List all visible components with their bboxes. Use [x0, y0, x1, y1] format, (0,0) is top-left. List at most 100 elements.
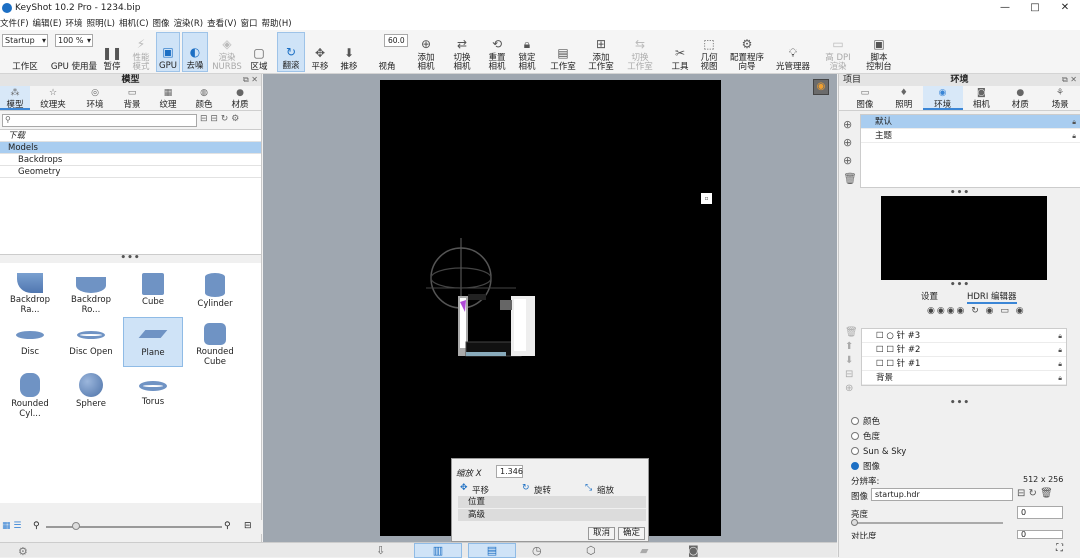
animation-icon[interactable]: ◷ — [532, 544, 542, 557]
studio-button[interactable]: ▤ 工作室 — [548, 32, 578, 72]
pin-item-1[interactable]: ☐ ☐ 针 #1 🔒︎ — [862, 357, 1066, 371]
tab-models[interactable]: ⁂ 模型 — [0, 86, 30, 110]
brightness-input[interactable]: 0 — [1017, 506, 1063, 519]
position-section[interactable]: 位置 — [458, 496, 646, 508]
close-button[interactable]: ✕ — [1050, 0, 1080, 15]
menu-help[interactable]: 帮助(H) — [262, 17, 292, 29]
pin-item-2[interactable]: ☐ ☐ 针 #2 🔒︎ — [862, 343, 1066, 357]
model-cube[interactable]: Cube — [123, 269, 183, 317]
env-item-default[interactable]: 默认 🔒︎ — [861, 115, 1080, 129]
configurator-wizard-button[interactable]: ⚙ 配置程序 向导 — [727, 32, 767, 72]
menu-window[interactable]: 窗口 — [241, 17, 258, 29]
menu-view[interactable]: 查看(V) — [207, 17, 236, 29]
tree-item-backdrops[interactable]: Backdrops — [0, 154, 261, 166]
lock-icon[interactable]: 🔒︎ — [1072, 115, 1076, 129]
pan-button[interactable]: ✥ 平移 — [307, 32, 333, 72]
scale-mode[interactable]: 缩放 — [597, 484, 614, 496]
screenshot-icon[interactable]: ◙ — [688, 544, 699, 557]
tab-favorites[interactable]: ☆ 纹理夹 — [30, 86, 76, 110]
dolly-button[interactable]: ⬇ 推移 — [336, 32, 362, 72]
tab-scene[interactable]: ⚘ 场景 — [1040, 86, 1080, 110]
gpu-usage-button[interactable]: GPU 使用量 — [50, 32, 98, 72]
menu-render[interactable]: 渲染(R) — [174, 17, 204, 29]
tab-backgrounds[interactable]: ▭ 背景 — [114, 86, 150, 110]
menu-image[interactable]: 图像 — [153, 17, 170, 29]
ok-button[interactable]: 确定 — [618, 527, 645, 540]
lock-icon[interactable]: 🔒︎ — [1058, 357, 1062, 371]
tab-hdri-editor[interactable]: HDRI 编辑器 — [967, 290, 1017, 304]
hdri-preview[interactable] — [881, 196, 1047, 280]
zoom-out-icon[interactable]: ⚲ — [33, 521, 40, 531]
import-icon[interactable]: ⇩ — [376, 544, 385, 557]
menu-edit[interactable]: 编辑(E) — [33, 17, 62, 29]
tree-item-downloads[interactable]: 下载 — [0, 130, 261, 142]
bg-option-chroma[interactable]: 色度 — [851, 430, 906, 445]
geometry-view-button[interactable]: ⬚ 几何 视图 — [696, 32, 722, 72]
tab-camera[interactable]: ◙ 相机 — [963, 86, 1001, 110]
render-icon[interactable]: ▰ — [640, 544, 648, 557]
render-nurbs-button[interactable]: ◈ 渲染 NURBS — [211, 32, 243, 72]
brightness-slider[interactable] — [853, 522, 1003, 524]
performance-mode-button[interactable]: ⚡ 性能 模式 — [127, 32, 155, 72]
model-sphere[interactable]: Sphere — [61, 369, 121, 417]
tab-lighting[interactable]: ♦ 照明 — [885, 86, 923, 110]
add-studio-button[interactable]: ⊞ 添加 工作室 — [585, 32, 617, 72]
model-cylinder[interactable]: Cylinder — [185, 269, 245, 317]
project-ribbon-button[interactable]: ▤ — [468, 543, 516, 558]
model-disc[interactable]: Disc — [0, 319, 60, 367]
region-button[interactable]: ▢ 区域 — [246, 32, 272, 72]
tree-item-geometry[interactable]: Geometry — [0, 166, 261, 178]
view-mode-icons[interactable]: ▦ ☰ — [2, 521, 21, 531]
script-console-button[interactable]: ▣ 脚本 控制台 — [862, 32, 896, 72]
image-file-input[interactable]: startup.hdr — [871, 488, 1013, 501]
bg-option-color[interactable]: 颜色 — [851, 415, 906, 430]
folder-icon[interactable]: ⊟ — [244, 521, 252, 531]
model-torus[interactable]: Torus — [123, 369, 183, 417]
slider-handle[interactable] — [851, 519, 858, 526]
light-manager-button[interactable]: 💡︎ 光管理器 — [773, 32, 813, 72]
denoise-button[interactable]: ◐ 去噪 — [182, 32, 208, 72]
gpu-button[interactable]: ▣ GPU — [156, 32, 180, 72]
switch-camera-button[interactable]: ⇄ 切换 相机 — [447, 32, 477, 72]
lock-camera-button[interactable]: 🔒︎ 锁定 相机 — [513, 32, 541, 72]
contrast-input[interactable]: 0 — [1017, 530, 1063, 539]
camera-toggle-icon[interactable]: ◉ — [813, 79, 829, 95]
splitter-handle[interactable]: ••• — [0, 254, 261, 263]
expand-icon[interactable]: ⛶ — [1056, 543, 1063, 554]
model-rounded-cylinder[interactable]: Rounded Cyl... — [0, 369, 60, 419]
tab-image[interactable]: ▭ 图像 — [845, 86, 885, 110]
environment-side-icons[interactable]: ⊕ ⊕ ⊕ 🗑︎ — [843, 116, 859, 188]
cancel-button[interactable]: 取消 — [588, 527, 615, 540]
splitter-handle[interactable]: ••• — [839, 398, 1080, 408]
menu-camera[interactable]: 相机(C) — [119, 17, 149, 29]
library-search-input[interactable]: ⚲ — [2, 114, 197, 127]
workspace-button[interactable]: 工作区 — [5, 32, 45, 72]
lock-icon[interactable]: 🔒︎ — [1058, 329, 1062, 343]
tab-materials[interactable]: ● 材质 — [222, 86, 258, 110]
lock-icon[interactable]: 🔒︎ — [1072, 129, 1076, 143]
cloud-library-icon[interactable]: ⚙ — [18, 545, 28, 558]
tab-settings[interactable]: 设置 — [921, 290, 938, 302]
env-item-theme[interactable]: 主题 🔒︎ — [861, 129, 1080, 143]
zoom-in-icon[interactable]: ⚲ — [224, 521, 231, 531]
viewport-handle[interactable]: ▫ — [701, 193, 712, 204]
tab-material[interactable]: ● 材质 — [1000, 86, 1040, 110]
model-backdrop-ro[interactable]: Backdrop Ro... — [61, 269, 121, 317]
bg-option-image[interactable]: 图像 — [851, 460, 906, 475]
menu-environment[interactable]: 环境 — [66, 17, 83, 29]
add-camera-button[interactable]: ⊕ 添加 相机 — [412, 32, 440, 72]
tab-colors[interactable]: ◍ 颜色 — [186, 86, 222, 110]
tab-environment[interactable]: ◉ 环境 — [922, 86, 963, 110]
hdri-editor-toolbar-icons[interactable]: ◉◉◉◉ ↻ ◉ ▭ ◉ — [927, 306, 1026, 316]
minimize-button[interactable]: — — [990, 0, 1020, 15]
switch-studio-button[interactable]: ⇆ 切换 工作室 — [624, 32, 656, 72]
reset-camera-button[interactable]: ⟲ 重置 相机 — [483, 32, 511, 72]
lock-icon[interactable]: 🔒︎ — [1058, 371, 1062, 385]
folder-actions-icon[interactable]: ⊟ ⊟ ↻ ⚙ — [200, 114, 239, 124]
high-dpi-render-button[interactable]: ▭ 高 DPI 渲染 — [823, 32, 853, 72]
panel-float-close-icons[interactable]: ⧉ ✕ — [243, 74, 258, 86]
panel-float-close-icons[interactable]: ⧉ ✕ — [1062, 74, 1077, 86]
model-backdrop-ra[interactable]: Backdrop Ra... — [0, 269, 60, 317]
model-disc-open[interactable]: Disc Open — [61, 319, 121, 367]
image-file-actions-icon[interactable]: ⊟ ↻ 🗑︎ — [1017, 488, 1053, 499]
